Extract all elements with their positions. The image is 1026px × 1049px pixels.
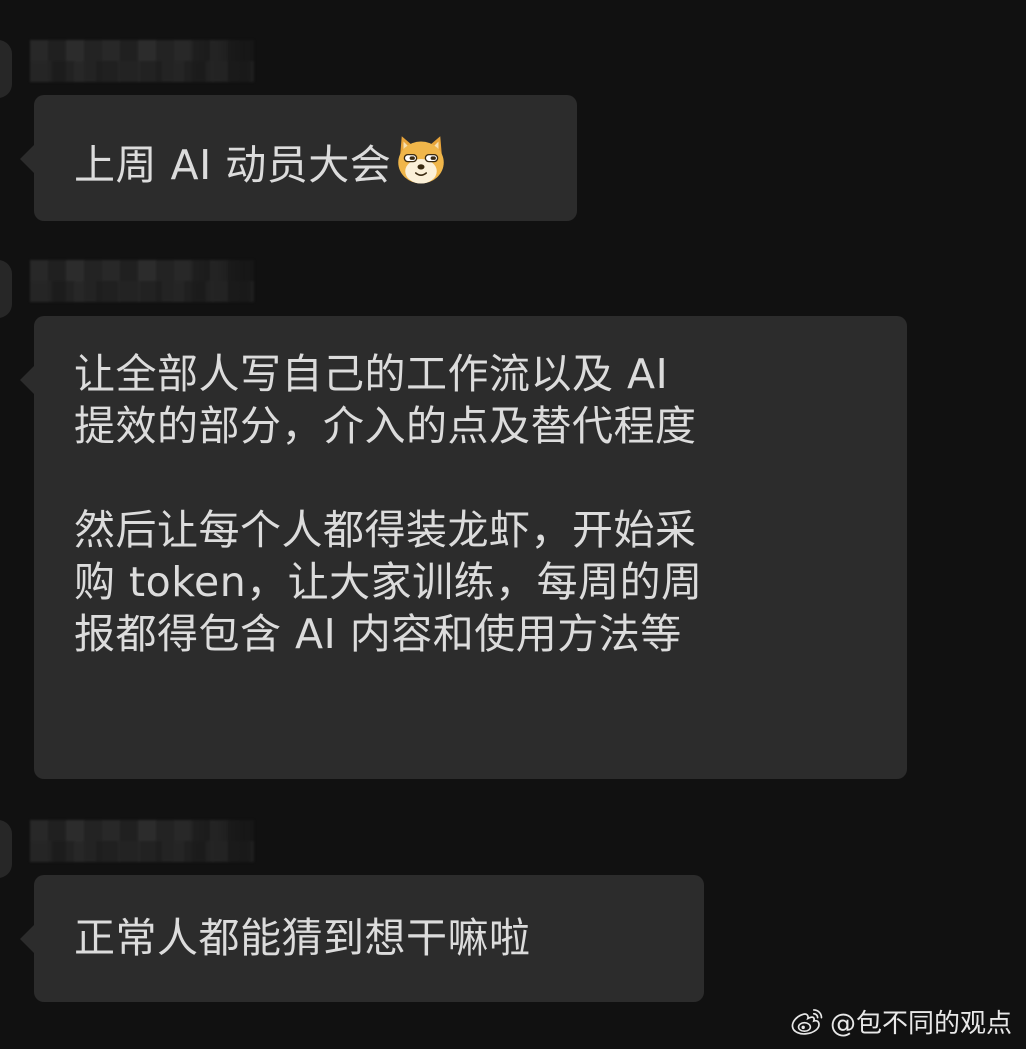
doge-emoji-icon (398, 136, 444, 184)
message-bubble[interactable]: 上周 AI 动员大会 (20, 95, 577, 221)
watermark: @包不同的观点 (790, 1003, 1012, 1039)
watermark-text: @包不同的观点 (829, 1008, 1012, 1039)
message-line: 然后让每个人都得装龙虾，开始采 (74, 506, 697, 554)
message-line: 报都得包含 AI 内容和使用方法等 (74, 610, 682, 658)
sender-name-blurred (30, 40, 254, 82)
avatar[interactable] (0, 820, 12, 878)
sender-name-blurred (30, 260, 254, 302)
message-line: 提效的部分，介入的点及替代程度 (74, 402, 697, 450)
weibo-icon (791, 1009, 823, 1035)
message-line: 购 token，让大家训练，每周的周 (74, 558, 703, 606)
avatar[interactable] (0, 260, 12, 318)
sender-name-blurred (30, 820, 254, 862)
message-line: 让全部人写自己的工作流以及 AI (74, 350, 669, 398)
message-bubble[interactable]: 让全部人写自己的工作流以及 AI 提效的部分，介入的点及替代程度 然后让每个人都… (20, 316, 907, 779)
message-bubble[interactable]: 正常人都能猜到想干嘛啦 (20, 875, 704, 1002)
message-text: 正常人都能猜到想干嘛啦 (74, 914, 531, 962)
avatar[interactable] (0, 40, 12, 98)
message-text: 上周 AI 动员大会 (74, 131, 537, 191)
